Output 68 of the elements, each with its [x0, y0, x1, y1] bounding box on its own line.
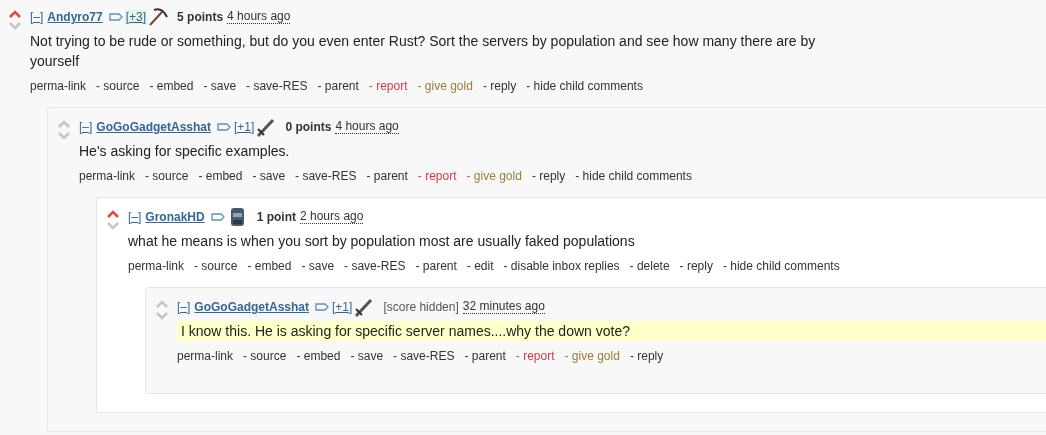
comment-action-link[interactable]: - parent	[366, 169, 408, 183]
comment-action-link[interactable]: - hide child comments	[575, 169, 692, 183]
comment-action-link[interactable]: - save-RES	[246, 79, 308, 93]
author-link[interactable]: Andyro77	[47, 10, 103, 24]
comment-action-link[interactable]: - reply	[482, 79, 517, 93]
comment-action-link[interactable]: - embed	[198, 169, 243, 183]
comment-text: what he means is when you sort by population most are usually faked populations	[128, 232, 636, 251]
vote-weight[interactable]: [+1]	[331, 300, 354, 314]
comment-action-link[interactable]: - report	[368, 79, 408, 93]
comment-action-link[interactable]: - save-RES	[344, 259, 406, 273]
comment-action-link[interactable]: - give gold	[564, 349, 620, 363]
comment-action-link[interactable]: - save-RES	[295, 169, 357, 183]
comment-action-link[interactable]: - source	[96, 79, 140, 93]
comment-action-link[interactable]: - reply	[531, 169, 566, 183]
comment-text: He's asking for specific examples.	[79, 142, 291, 161]
timestamp: 2 hours ago	[300, 210, 364, 224]
comment-action-link[interactable]: - reply	[679, 259, 713, 273]
comment-action-link[interactable]: - source	[145, 169, 189, 183]
collapse-toggle[interactable]: [–]	[30, 10, 44, 24]
comment-action-link[interactable]: - hide child comments	[526, 79, 643, 93]
comment-action-link[interactable]: - source	[243, 349, 287, 363]
comment-action-link[interactable]: - report	[515, 349, 555, 363]
timestamp: 32 minutes ago	[462, 300, 545, 314]
score: [score hidden]	[383, 300, 459, 314]
comment-action-link[interactable]: - report	[417, 169, 457, 183]
comment-action-link[interactable]: - source	[194, 259, 238, 273]
tag-icon[interactable]	[108, 13, 123, 21]
comment-action-link[interactable]: - embed	[296, 349, 341, 363]
comment-action-link[interactable]: - save	[301, 259, 335, 273]
comment-action-link[interactable]: - save	[350, 349, 384, 363]
comment-action-link[interactable]: perma-link	[177, 349, 233, 363]
collapse-toggle[interactable]: [–]	[128, 210, 142, 224]
author-link[interactable]: GoGoGadgetAsshat	[194, 300, 310, 314]
score: 5 points	[177, 10, 224, 24]
tag-icon[interactable]	[217, 123, 232, 131]
pickaxe-icon	[147, 6, 170, 28]
comment-action-link[interactable]: - embed	[247, 259, 292, 273]
comment-action-link[interactable]: - hide child comments	[722, 259, 840, 273]
comment-action-link[interactable]: - delete	[629, 259, 670, 273]
vote-weight[interactable]: [+1]	[233, 120, 256, 134]
comment-action-link[interactable]: - save	[252, 169, 286, 183]
comment-action-link[interactable]: perma-link	[128, 259, 184, 273]
collapse-toggle[interactable]: [–]	[79, 120, 93, 134]
comment-action-link[interactable]: - reply	[629, 349, 664, 363]
score: 0 points	[285, 120, 332, 134]
timestamp: 4 hours ago	[335, 120, 399, 134]
comment-action-link[interactable]: - give gold	[417, 79, 473, 93]
comment-action-link[interactable]: perma-link	[79, 169, 135, 183]
comment-action-link[interactable]: - parent	[464, 349, 506, 363]
comment-text: I know this. He is asking for specific server names....why the down vote?	[177, 321, 1046, 341]
comment-action-link[interactable]: - embed	[149, 79, 194, 93]
comment-action-link[interactable]: - parent	[317, 79, 359, 93]
tag-icon[interactable]	[210, 213, 225, 221]
timestamp: 4 hours ago	[227, 10, 291, 24]
comment-action-link[interactable]: - give gold	[466, 169, 522, 183]
comment-text: Not trying to be rude or something, but do you even enter Rust? Sort the servers by population and see how many there are by yourself	[30, 32, 817, 71]
collapse-toggle[interactable]: [–]	[177, 300, 191, 314]
comment-action-link[interactable]: - save-RES	[393, 349, 455, 363]
author-link[interactable]: GoGoGadgetAsshat	[96, 120, 212, 134]
vote-weight[interactable]: [+3]	[124, 10, 148, 24]
author-link[interactable]: GronakHD	[145, 210, 205, 224]
tag-icon[interactable]	[315, 303, 330, 311]
comment-action-link[interactable]: - disable inbox replies	[503, 259, 620, 273]
comment-action-link[interactable]: perma-link	[30, 79, 86, 93]
comment-action-link[interactable]: - edit	[466, 259, 494, 273]
score: 1 point	[256, 210, 296, 224]
comment-action-link[interactable]: - save	[203, 79, 237, 93]
comment-action-link[interactable]: - parent	[415, 259, 457, 273]
